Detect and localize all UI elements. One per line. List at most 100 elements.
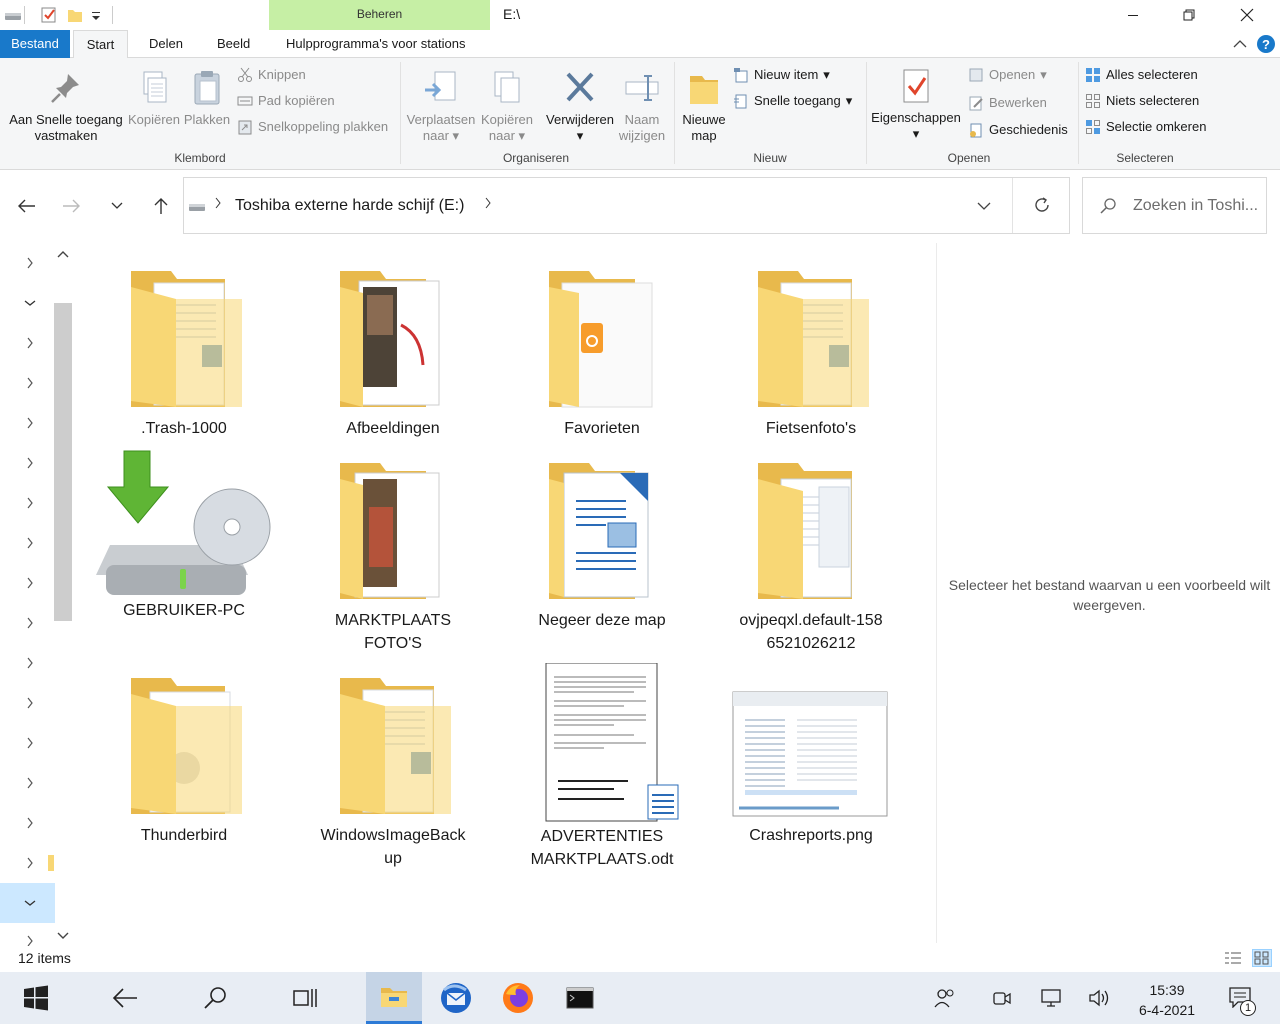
terminal-icon[interactable] bbox=[552, 972, 608, 1024]
folder-item[interactable]: Fietsenfoto's bbox=[711, 265, 911, 440]
select-all-button[interactable]: Alles selecteren bbox=[1085, 65, 1198, 85]
folder-item[interactable]: WindowsImageBack up bbox=[293, 672, 493, 870]
people-icon[interactable] bbox=[934, 988, 956, 1011]
clock[interactable]: 15:39 6-4-2021 bbox=[1135, 980, 1199, 1020]
move-to-button[interactable]: Verplaatsen naar ▾ bbox=[404, 68, 478, 144]
tab-beeld[interactable]: Beeld bbox=[205, 30, 262, 58]
collapse-chevron-icon[interactable] bbox=[18, 291, 42, 315]
large-icons-view-icon[interactable] bbox=[1252, 949, 1272, 967]
cut-button[interactable]: Knippen bbox=[237, 65, 306, 85]
expand-chevron-icon[interactable] bbox=[18, 571, 42, 595]
new-item-button[interactable]: Nieuw item ▾ bbox=[733, 65, 830, 85]
expand-chevron-icon[interactable] bbox=[18, 611, 42, 635]
new-folder-icon[interactable] bbox=[66, 6, 84, 24]
expand-chevron-icon[interactable] bbox=[18, 251, 42, 275]
breadcrumb-chevron-icon[interactable] bbox=[214, 197, 222, 212]
edit-button[interactable]: Bewerken bbox=[968, 93, 1047, 113]
meet-now-icon[interactable] bbox=[992, 988, 1012, 1011]
copy-path-button[interactable]: Pad kopiëren bbox=[237, 91, 335, 111]
customize-toolbar-icon[interactable] bbox=[90, 6, 102, 24]
expand-chevron-icon[interactable] bbox=[18, 491, 42, 515]
recent-locations-chevron-icon[interactable] bbox=[102, 193, 132, 219]
expand-chevron-icon[interactable] bbox=[18, 331, 42, 355]
paste-shortcut-button[interactable]: Snelkoppeling plakken bbox=[237, 117, 388, 137]
minimize-icon[interactable] bbox=[1104, 0, 1162, 30]
folder-item[interactable]: ovjpeqxl.default-158 6521026212 bbox=[711, 457, 911, 655]
file-item[interactable]: Crashreports.png bbox=[711, 672, 911, 847]
search-icon[interactable] bbox=[187, 972, 243, 1024]
up-arrow-icon[interactable] bbox=[146, 193, 176, 219]
history-button[interactable]: Geschiedenis bbox=[968, 120, 1068, 140]
nav-scrollbar-thumb[interactable] bbox=[54, 303, 72, 621]
copy-button[interactable]: Kopiëren bbox=[126, 68, 182, 128]
copy-to-button[interactable]: Kopiëren naar ▾ bbox=[478, 68, 536, 144]
expand-chevron-icon[interactable] bbox=[18, 771, 42, 795]
restore-icon[interactable] bbox=[1160, 0, 1218, 30]
file-item[interactable]: ADVERTENTIES MARKTPLAATS.odt bbox=[502, 662, 702, 871]
paste-button[interactable]: Plakken bbox=[182, 68, 232, 128]
windows-start-icon[interactable] bbox=[8, 972, 64, 1024]
search-placeholder: Zoeken in Toshi... bbox=[1133, 197, 1259, 214]
help-icon[interactable]: ? bbox=[1256, 34, 1276, 57]
item-name: .Trash-1000 bbox=[141, 420, 227, 437]
delete-button[interactable]: Verwijderen ▾ bbox=[542, 68, 618, 144]
select-none-button[interactable]: Niets selecteren bbox=[1085, 91, 1199, 111]
volume-icon[interactable] bbox=[1088, 988, 1110, 1011]
forward-arrow-icon[interactable] bbox=[56, 193, 86, 219]
folder-item[interactable]: GEBRUIKER-PC bbox=[84, 447, 284, 622]
breadcrumb-location[interactable]: Toshiba externe harde schijf (E:) bbox=[235, 197, 464, 215]
easy-access-button[interactable]: Snelle toegang ▾ bbox=[733, 91, 852, 111]
address-history-chevron-icon[interactable] bbox=[977, 199, 991, 214]
tab-delen[interactable]: Delen bbox=[137, 30, 195, 58]
favorites-folder-icon bbox=[549, 271, 653, 408]
thunderbird-icon[interactable] bbox=[428, 972, 484, 1024]
properties-button[interactable]: Eigenschappen ▾ bbox=[868, 66, 964, 142]
folder-item[interactable]: Thunderbird bbox=[84, 672, 284, 847]
back-arrow-icon[interactable] bbox=[97, 972, 153, 1024]
folder-item[interactable]: MARKTPLAATS FOTO'S bbox=[293, 457, 493, 655]
new-folder-button[interactable]: Nieuwe map bbox=[678, 68, 730, 144]
network-icon[interactable] bbox=[1040, 988, 1062, 1011]
refresh-icon[interactable] bbox=[1033, 196, 1051, 217]
properties-icon[interactable] bbox=[40, 6, 58, 24]
drive-icon[interactable] bbox=[4, 6, 22, 24]
details-view-icon[interactable] bbox=[1224, 951, 1242, 968]
expand-chevron-icon[interactable] bbox=[18, 851, 42, 875]
tab-bestand[interactable]: Bestand bbox=[0, 30, 70, 58]
collapse-chevron-icon[interactable] bbox=[18, 891, 42, 915]
firefox-icon[interactable] bbox=[490, 972, 546, 1024]
invert-selection-button[interactable]: Selectie omkeren bbox=[1085, 117, 1206, 137]
notification-center-icon[interactable]: 1 bbox=[1228, 986, 1256, 1016]
edit-icon bbox=[969, 96, 983, 111]
expand-chevron-icon[interactable] bbox=[18, 371, 42, 395]
expand-chevron-icon[interactable] bbox=[18, 731, 42, 755]
pin-quick-access-button[interactable]: Aan Snelle toegang vastmaken bbox=[6, 68, 126, 144]
close-icon[interactable] bbox=[1218, 0, 1276, 30]
rename-button[interactable]: Naam wijzigen bbox=[616, 68, 668, 144]
tab-hulpprogrammas[interactable]: Hulpprogramma's voor stations bbox=[274, 30, 478, 58]
png-screenshot-icon bbox=[732, 691, 888, 817]
folder-item[interactable]: .Trash-1000 bbox=[84, 265, 284, 440]
file-explorer-icon[interactable] bbox=[366, 972, 422, 1024]
folder-item[interactable]: Afbeeldingen bbox=[293, 265, 493, 440]
expand-chevron-icon[interactable] bbox=[18, 651, 42, 675]
scroll-down-icon[interactable] bbox=[56, 929, 70, 944]
address-bar[interactable]: Toshiba externe harde schijf (E:) bbox=[183, 177, 1070, 234]
tab-start[interactable]: Start bbox=[73, 30, 128, 59]
folder-item[interactable]: Negeer deze map bbox=[502, 457, 702, 632]
expand-chevron-icon[interactable] bbox=[18, 691, 42, 715]
folder-item[interactable]: Favorieten bbox=[502, 265, 702, 440]
clock-date: 6-4-2021 bbox=[1138, 1002, 1196, 1018]
search-input[interactable]: Zoeken in Toshi... bbox=[1082, 177, 1267, 234]
folder-icon bbox=[758, 463, 852, 599]
open-button[interactable]: Openen ▾ bbox=[968, 65, 1047, 85]
scroll-up-icon[interactable] bbox=[56, 247, 70, 262]
expand-chevron-icon[interactable] bbox=[18, 811, 42, 835]
expand-chevron-icon[interactable] bbox=[18, 411, 42, 435]
task-view-icon[interactable] bbox=[277, 972, 333, 1024]
expand-chevron-icon[interactable] bbox=[18, 451, 42, 475]
expand-chevron-icon[interactable] bbox=[18, 531, 42, 555]
breadcrumb-chevron-icon[interactable] bbox=[484, 197, 492, 212]
chevron-up-icon[interactable] bbox=[1232, 36, 1248, 55]
back-arrow-icon[interactable] bbox=[12, 193, 42, 219]
